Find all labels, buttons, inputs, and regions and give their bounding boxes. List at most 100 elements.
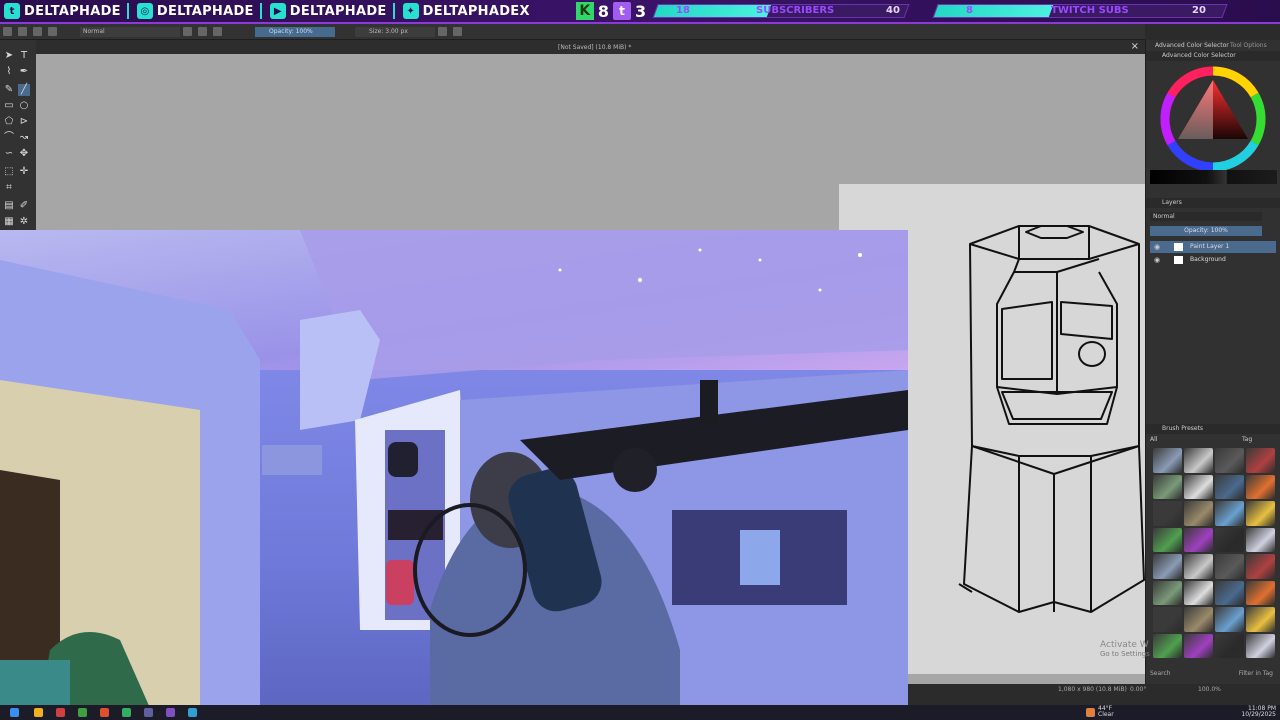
start-icon[interactable] xyxy=(10,708,19,717)
text-tool-icon[interactable]: T xyxy=(18,50,30,62)
open-icon[interactable] xyxy=(18,27,27,36)
brush-preset[interactable] xyxy=(1153,607,1182,632)
layer-opacity-slider[interactable]: Opacity: 100% xyxy=(1150,226,1262,236)
polyline-icon[interactable]: ⊳ xyxy=(18,116,30,128)
goal-current: 8 xyxy=(966,5,973,16)
brush-preset[interactable] xyxy=(1184,501,1213,526)
brush-preset[interactable] xyxy=(1153,633,1182,658)
line-tool-icon[interactable]: ╱ xyxy=(18,84,30,96)
brush-filter-select[interactable]: All xyxy=(1150,436,1157,443)
brush-preset[interactable] xyxy=(1153,448,1182,473)
document-title[interactable]: [Not Saved] (10.8 MiB) * xyxy=(558,44,631,51)
color-picker-icon[interactable]: ✐ xyxy=(18,200,30,212)
new-icon[interactable] xyxy=(3,27,12,36)
transform-icon[interactable]: ⬚ xyxy=(3,166,15,178)
opacity-slider[interactable]: Opacity: 100% xyxy=(255,26,335,37)
smart-patch-icon[interactable]: ▦ xyxy=(3,216,15,228)
docker-tabs: Advanced Color Selector Tool Options xyxy=(1146,40,1280,50)
gradient-icon[interactable]: ▤ xyxy=(3,200,15,212)
brush-preset[interactable] xyxy=(1184,527,1213,552)
size-slider[interactable]: Size: 3.00 px xyxy=(355,26,435,37)
preserve-alpha-icon[interactable] xyxy=(198,27,207,36)
brush-preset[interactable] xyxy=(1246,580,1275,605)
save-icon[interactable] xyxy=(33,27,42,36)
brush-preset[interactable] xyxy=(1184,448,1213,473)
brush-preset[interactable] xyxy=(1246,501,1275,526)
brush-preset[interactable] xyxy=(1153,554,1182,579)
tab-tool-options[interactable]: Tool Options xyxy=(1230,42,1267,49)
brush-preset[interactable] xyxy=(1153,527,1182,552)
browser-icon[interactable] xyxy=(122,708,131,717)
layer-row[interactable]: ◉ Paint Layer 1 xyxy=(1150,241,1276,253)
brush-preset[interactable] xyxy=(1184,580,1213,605)
brush-preset[interactable] xyxy=(1215,554,1244,579)
app-icon[interactable] xyxy=(78,708,87,717)
freehand-path-icon[interactable]: ↝ xyxy=(18,132,30,144)
brush-icon[interactable]: ✎ xyxy=(3,84,15,96)
system-clock[interactable]: 11:08 PM 10/29/2025 xyxy=(1241,706,1276,718)
brush-preset[interactable] xyxy=(1215,474,1244,499)
app-icon[interactable] xyxy=(56,708,65,717)
tab-advanced-color-selector[interactable]: Advanced Color Selector xyxy=(1155,42,1229,49)
brush-preset[interactable] xyxy=(1184,554,1213,579)
brush-preset[interactable] xyxy=(1184,633,1213,658)
color-wheel[interactable] xyxy=(1158,64,1268,174)
brush-preset[interactable] xyxy=(1184,474,1213,499)
brush-search-input[interactable]: Search xyxy=(1150,670,1171,677)
brush-preset-icon[interactable] xyxy=(48,27,57,36)
brush-preset[interactable] xyxy=(1215,448,1244,473)
rectangle-icon[interactable]: ▭ xyxy=(3,100,15,112)
app-icon[interactable] xyxy=(144,708,153,717)
brush-preset[interactable] xyxy=(1215,501,1244,526)
brush-preset[interactable] xyxy=(1153,474,1182,499)
reload-icon[interactable] xyxy=(213,27,222,36)
polygon-icon[interactable]: ⬠ xyxy=(3,116,15,128)
brush-tag-select[interactable]: Tag xyxy=(1242,436,1252,443)
brush-preset[interactable] xyxy=(1215,607,1244,632)
edit-shape-icon[interactable]: ⌇ xyxy=(3,66,15,78)
erase-icon[interactable] xyxy=(183,27,192,36)
krita-icon[interactable] xyxy=(188,708,197,717)
calligraphy-icon[interactable]: ✒ xyxy=(18,66,30,78)
layer-blend-mode-select[interactable]: Normal xyxy=(1150,212,1262,221)
brush-preset[interactable] xyxy=(1246,554,1275,579)
app-icon[interactable] xyxy=(166,708,175,717)
brush-preset[interactable] xyxy=(1153,580,1182,605)
wrap-icon[interactable] xyxy=(453,27,462,36)
weather-widget[interactable]: 44°F Clear xyxy=(1098,706,1114,718)
filter-in-tag-checkbox[interactable]: Filter in Tag xyxy=(1239,670,1273,677)
app-icon[interactable] xyxy=(100,708,109,717)
move-icon[interactable]: ✛ xyxy=(18,166,30,178)
layer-row[interactable]: ◉ Background xyxy=(1150,254,1276,266)
brush-preset[interactable] xyxy=(1215,527,1244,552)
twitch-count: 3 xyxy=(634,1,647,21)
status-bar: 1,080 x 980 (10.8 MiB) 0.00° 100.0% xyxy=(908,684,1280,696)
visibility-eye-icon[interactable]: ◉ xyxy=(1154,241,1160,253)
crop-icon[interactable]: ⌗ xyxy=(3,182,15,194)
visibility-eye-icon[interactable]: ◉ xyxy=(1154,254,1160,266)
brush-preset[interactable] xyxy=(1246,633,1275,658)
multibrush-icon[interactable]: ✥ xyxy=(18,148,30,160)
webcam-scene xyxy=(0,230,908,708)
brush-preset[interactable] xyxy=(1246,527,1275,552)
ellipse-icon[interactable]: ○ xyxy=(18,100,30,112)
brush-preset[interactable] xyxy=(1246,607,1275,632)
toolbox: ➤ T ⌇ ✒ ✎ ╱ ▭ ○ ⬠ ⊳ ⌒ ↝ ∽ ✥ ⬚ ✛ ⌗ ▤ ✐ ▦ … xyxy=(0,40,36,230)
close-document-icon[interactable]: × xyxy=(1131,41,1139,52)
brush-preset[interactable] xyxy=(1246,474,1275,499)
file-explorer-icon[interactable] xyxy=(34,708,43,717)
brush-preset[interactable] xyxy=(1215,580,1244,605)
brush-preset[interactable] xyxy=(1153,501,1182,526)
brush-preset[interactable] xyxy=(1215,633,1244,658)
select-icon[interactable]: ➤ xyxy=(3,50,15,62)
fill-icon[interactable]: ✲ xyxy=(18,216,30,228)
zoom-level[interactable]: 100.0% xyxy=(1198,686,1221,693)
brush-preset[interactable] xyxy=(1246,448,1275,473)
bezier-icon[interactable]: ⌒ xyxy=(3,132,15,144)
color-history-strip[interactable] xyxy=(1150,170,1277,184)
brush-preset[interactable] xyxy=(1184,607,1213,632)
mirror-icon[interactable] xyxy=(438,27,447,36)
dynamic-brush-icon[interactable]: ∽ xyxy=(3,148,15,160)
activation-watermark: Activate W Go to Settings xyxy=(1100,640,1150,658)
blend-mode-select[interactable]: Normal xyxy=(80,26,180,37)
